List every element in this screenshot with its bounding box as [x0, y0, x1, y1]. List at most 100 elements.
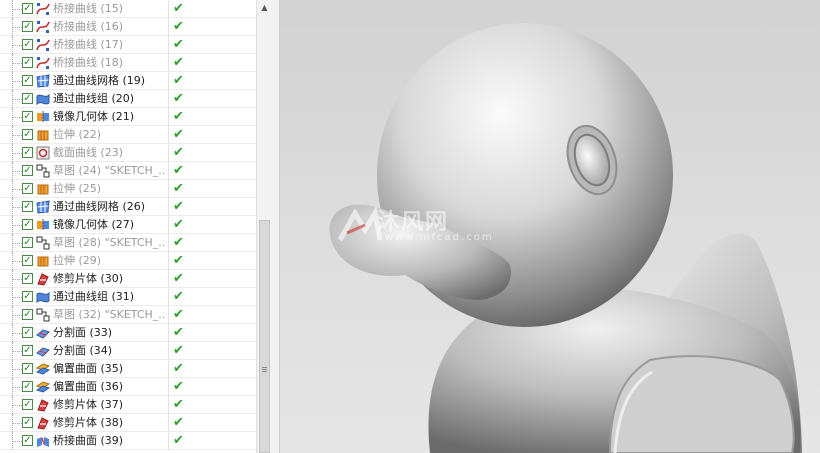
column-separator	[168, 198, 169, 216]
graphics-viewport[interactable]: 沐风网 www.mfcad.com	[280, 0, 820, 453]
up-to-date-check-icon: ✔	[173, 397, 184, 412]
feature-label: 镜像几何体 (27)	[53, 218, 135, 231]
tree-row[interactable]: ✓ 分割面 (34) ✔	[0, 342, 256, 360]
mirror-body-icon	[36, 218, 50, 232]
visibility-checkbox[interactable]: ✓	[22, 435, 33, 446]
tree-row[interactable]: ✓ 通过曲线组 (31) ✔	[0, 288, 256, 306]
tree-row[interactable]: ✓ 修剪片体 (38) ✔	[0, 414, 256, 432]
feature-label: 桥接曲面 (39)	[53, 434, 124, 447]
tree-line	[12, 243, 22, 244]
visibility-checkbox[interactable]: ✓	[22, 381, 33, 392]
tree-line	[12, 63, 22, 64]
tree-row[interactable]: ✓ 修剪片体 (30) ✔	[0, 270, 256, 288]
bridge-curve-icon	[36, 2, 50, 16]
tree-row[interactable]: ✓ 拉伸 (22) ✔	[0, 126, 256, 144]
visibility-checkbox[interactable]: ✓	[22, 93, 33, 104]
tree-row[interactable]: ✓ 镜像几何体 (27) ✔	[0, 216, 256, 234]
column-separator	[168, 252, 169, 270]
feature-label: 草图 (24) "SKETCH_...	[53, 164, 166, 177]
scrollbar-thumb[interactable]	[259, 220, 270, 453]
tree-row[interactable]: ✓ 修剪片体 (37) ✔	[0, 396, 256, 414]
tree-row[interactable]: ✓ 桥接曲线 (16) ✔	[0, 18, 256, 36]
visibility-checkbox[interactable]: ✓	[22, 327, 33, 338]
tree-line	[12, 423, 22, 424]
curve-group-icon	[36, 92, 50, 106]
tree-row[interactable]: ✓ 截面曲线 (23) ✔	[0, 144, 256, 162]
tree-row[interactable]: ✓ 桥接曲线 (15) ✔	[0, 0, 256, 18]
visibility-checkbox[interactable]: ✓	[22, 75, 33, 86]
tree-scrollbar[interactable]: ▲	[256, 0, 272, 453]
tree-row[interactable]: ✓ 通过曲线组 (20) ✔	[0, 90, 256, 108]
up-to-date-check-icon: ✔	[173, 145, 184, 160]
feature-label: 修剪片体 (30)	[53, 272, 124, 285]
curve-mesh-icon	[36, 200, 50, 214]
divide-face-icon	[36, 326, 50, 340]
tree-row[interactable]: ✓ 偏置曲面 (35) ✔	[0, 360, 256, 378]
tree-line	[12, 333, 22, 334]
column-separator	[168, 234, 169, 252]
visibility-checkbox[interactable]: ✓	[22, 165, 33, 176]
up-to-date-check-icon: ✔	[173, 199, 184, 214]
column-separator	[168, 414, 169, 432]
visibility-checkbox[interactable]: ✓	[22, 183, 33, 194]
visibility-checkbox[interactable]: ✓	[22, 291, 33, 302]
visibility-checkbox[interactable]: ✓	[22, 255, 33, 266]
tree-row[interactable]: ✓ 草图 (32) "SKETCH_... ✔	[0, 306, 256, 324]
visibility-checkbox[interactable]: ✓	[22, 237, 33, 248]
bridge-curve-icon	[36, 56, 50, 70]
up-to-date-check-icon: ✔	[173, 73, 184, 88]
tree-line	[12, 351, 22, 352]
feature-label: 通过曲线网格 (26)	[53, 200, 146, 213]
up-to-date-check-icon: ✔	[173, 379, 184, 394]
visibility-checkbox[interactable]: ✓	[22, 219, 33, 230]
part-navigator-tree[interactable]: ✓ 桥接曲线 (15) ✔ ✓ 桥接曲线 (16) ✔ ✓ 桥接曲线 (17) ✔ ✓ 桥接曲线 (…	[0, 0, 256, 453]
tree-row[interactable]: ✓ 通过曲线网格 (26) ✔	[0, 198, 256, 216]
column-separator	[168, 18, 169, 36]
tree-row[interactable]: ✓ 拉伸 (25) ✔	[0, 180, 256, 198]
visibility-checkbox[interactable]: ✓	[22, 147, 33, 158]
column-separator	[168, 324, 169, 342]
up-to-date-check-icon: ✔	[173, 253, 184, 268]
column-separator	[168, 342, 169, 360]
scroll-up-arrow-icon[interactable]: ▲	[257, 0, 272, 16]
visibility-checkbox[interactable]: ✓	[22, 417, 33, 428]
up-to-date-check-icon: ✔	[173, 343, 184, 358]
tree-row[interactable]: ✓ 通过曲线网格 (19) ✔	[0, 72, 256, 90]
up-to-date-check-icon: ✔	[173, 433, 184, 448]
tree-row[interactable]: ✓ 拉伸 (29) ✔	[0, 252, 256, 270]
column-separator	[168, 0, 169, 18]
visibility-checkbox[interactable]: ✓	[22, 111, 33, 122]
tree-row[interactable]: ✓ 分割面 (33) ✔	[0, 324, 256, 342]
visibility-checkbox[interactable]: ✓	[22, 39, 33, 50]
visibility-checkbox[interactable]: ✓	[22, 345, 33, 356]
visibility-checkbox[interactable]: ✓	[22, 201, 33, 212]
tree-line	[12, 27, 22, 28]
visibility-checkbox[interactable]: ✓	[22, 273, 33, 284]
tree-row[interactable]: ✓ 草图 (28) "SKETCH_... ✔	[0, 234, 256, 252]
up-to-date-check-icon: ✔	[173, 415, 184, 430]
visibility-checkbox[interactable]: ✓	[22, 309, 33, 320]
visibility-checkbox[interactable]: ✓	[22, 57, 33, 68]
visibility-checkbox[interactable]: ✓	[22, 3, 33, 14]
tree-row[interactable]: ✓ 桥接曲线 (18) ✔	[0, 54, 256, 72]
tree-line	[12, 441, 22, 442]
tree-line	[12, 369, 22, 370]
up-to-date-check-icon: ✔	[173, 37, 184, 52]
visibility-checkbox[interactable]: ✓	[22, 363, 33, 374]
column-separator	[168, 108, 169, 126]
offset-surface-icon	[35, 380, 51, 394]
visibility-checkbox[interactable]: ✓	[22, 21, 33, 32]
tree-line	[12, 45, 22, 46]
tree-row[interactable]: ✓ 桥接曲面 (39) ✔	[0, 432, 256, 450]
column-separator	[168, 126, 169, 144]
visibility-checkbox[interactable]: ✓	[22, 399, 33, 410]
tree-row[interactable]: ✓ 偏置曲面 (36) ✔	[0, 378, 256, 396]
feature-label: 桥接曲线 (15)	[53, 2, 124, 15]
tree-row[interactable]: ✓ 桥接曲线 (17) ✔	[0, 36, 256, 54]
pane-splitter[interactable]	[272, 0, 280, 453]
tree-line	[12, 99, 22, 100]
tree-line	[12, 81, 22, 82]
tree-row[interactable]: ✓ 镜像几何体 (21) ✔	[0, 108, 256, 126]
visibility-checkbox[interactable]: ✓	[22, 129, 33, 140]
tree-row[interactable]: ✓ 草图 (24) "SKETCH_... ✔	[0, 162, 256, 180]
